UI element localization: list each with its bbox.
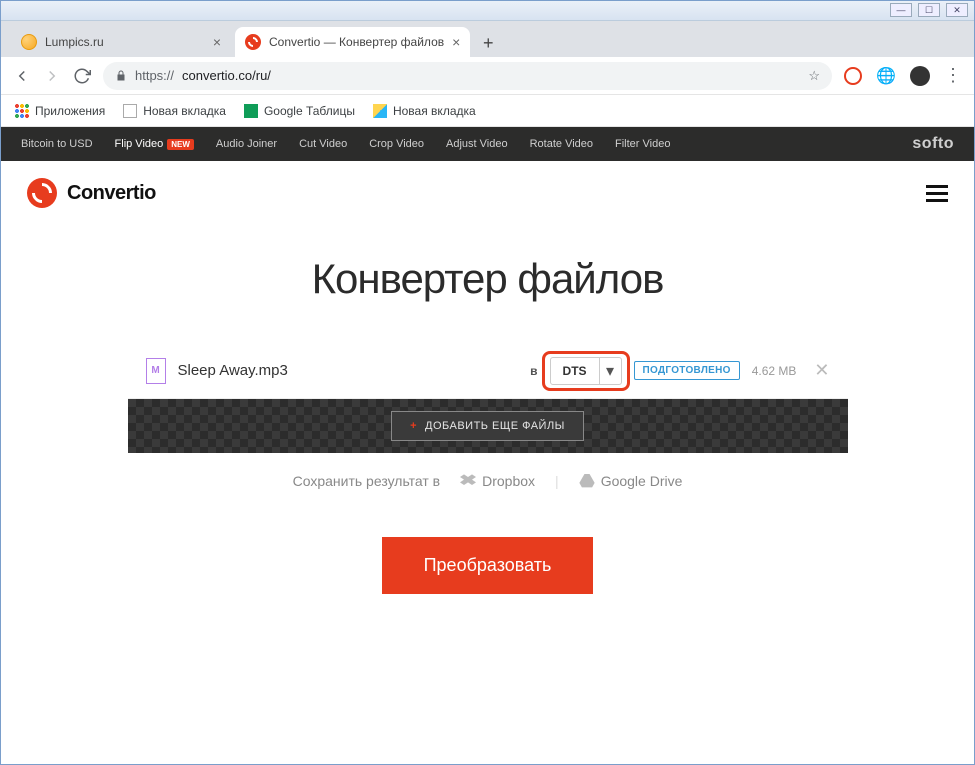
topnav-link[interactable]: Crop Video [369,138,424,150]
lock-icon [115,70,127,82]
convert-button[interactable]: Преобразовать [382,537,594,594]
url-scheme: https:// [135,68,174,83]
brand-softo: softo [912,135,954,153]
save-destination-row: Сохранить результат в Dropbox | Google D… [128,453,848,509]
browser-menu-icon[interactable]: ⋮ [944,65,962,86]
filetype-icon: M [146,358,166,384]
browser-tab-inactive[interactable]: Lumpics.ru × [11,27,231,57]
apps-icon [15,104,29,118]
favicon-icon [245,34,261,50]
file-size: 4.62 MB [752,364,797,378]
browser-toolbar: https:// convertio.co/ru/ ☆ 🌐 ⋮ [1,57,974,95]
bookmark-item[interactable]: Новая вкладка [123,104,226,118]
address-bar[interactable]: https:// convertio.co/ru/ ☆ [103,62,832,90]
tab-title: Lumpics.ru [45,35,205,49]
remove-file-button[interactable]: ✕ [814,360,829,381]
topnav-link[interactable]: Flip VideoNEW [115,138,194,150]
add-more-files-button[interactable]: + ДОБАВИТЬ ЕЩЕ ФАЙЛЫ [391,411,584,441]
tab-close-icon[interactable]: × [452,34,460,50]
window-titlebar: — ☐ ✕ [1,1,974,21]
add-more-row: + ДОБАВИТЬ ЕЩЕ ФАЙЛЫ [128,399,848,453]
back-button[interactable] [13,67,31,85]
converter-card: M Sleep Away.mp3 в DTS ▾ ПОДГОТОВЛЕНО 4.… [128,343,848,509]
url-host: convertio.co/ru/ [182,68,271,83]
bookmark-apps[interactable]: Приложения [15,104,105,118]
extension-icon[interactable] [844,67,862,85]
dropbox-icon [460,474,476,488]
tab-title: Convertio — Конвертер файлов [269,35,444,49]
site-header: Convertio [1,161,974,225]
file-name: Sleep Away.mp3 [178,362,288,379]
site-topnav: Bitcoin to USD Flip VideoNEW Audio Joine… [1,127,974,161]
gdrive-option[interactable]: Google Drive [579,473,683,489]
format-value: DTS [551,358,599,384]
format-selector-group: DTS ▾ [550,357,622,385]
save-label: Сохранить результат в [293,473,441,489]
tab-close-icon[interactable]: × [213,34,221,50]
forward-button[interactable] [43,67,61,85]
gdrive-icon [579,474,595,488]
window-minimize-button[interactable]: — [890,3,912,17]
logo-icon [27,178,57,208]
sheets-icon [244,104,258,118]
favicon-icon [21,34,37,50]
dropbox-option[interactable]: Dropbox [460,473,535,489]
globe-icon[interactable]: 🌐 [876,66,896,86]
site-logo[interactable]: Convertio [27,178,156,208]
logo-text: Convertio [67,182,156,205]
profile-avatar[interactable] [910,66,930,86]
format-dropdown[interactable]: DTS ▾ [550,357,622,385]
main-content: Конвертер файлов M Sleep Away.mp3 в DTS … [1,225,974,594]
page-title: Конвертер файлов [1,255,974,303]
separator: | [555,473,559,489]
to-label: в [530,364,537,378]
status-badge: ПОДГОТОВЛЕНО [634,361,740,380]
topnav-link[interactable]: Cut Video [299,138,347,150]
topnav-link[interactable]: Filter Video [615,138,670,150]
new-tab-button[interactable]: + [474,29,502,57]
browser-tabstrip: Lumpics.ru × Convertio — Конвертер файло… [1,21,974,57]
topnav-link[interactable]: Bitcoin to USD [21,138,93,150]
bookmark-item[interactable]: Google Таблицы [244,104,355,118]
plus-icon: + [410,420,417,432]
new-badge: NEW [167,139,194,150]
image-icon [373,104,387,118]
menu-button[interactable] [926,185,948,202]
browser-tab-active[interactable]: Convertio — Конвертер файлов × [235,27,470,57]
bookmark-item[interactable]: Новая вкладка [373,104,476,118]
topnav-link[interactable]: Rotate Video [530,138,593,150]
bookmark-star-icon[interactable]: ☆ [808,68,820,84]
topnav-link[interactable]: Adjust Video [446,138,508,150]
chevron-down-icon: ▾ [599,358,621,384]
window-close-button[interactable]: ✕ [946,3,968,17]
page-icon [123,104,137,118]
topnav-link[interactable]: Audio Joiner [216,138,277,150]
reload-button[interactable] [73,67,91,85]
window-maximize-button[interactable]: ☐ [918,3,940,17]
bookmarks-bar: Приложения Новая вкладка Google Таблицы … [1,95,974,127]
file-row: M Sleep Away.mp3 в DTS ▾ ПОДГОТОВЛЕНО 4.… [128,343,848,399]
